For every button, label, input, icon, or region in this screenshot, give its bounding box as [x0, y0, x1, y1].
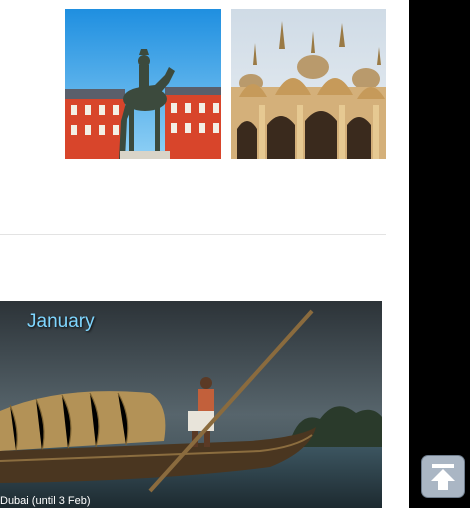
- back-to-top-button[interactable]: [421, 455, 465, 498]
- month-label: January: [27, 311, 95, 332]
- section-divider: [0, 234, 386, 235]
- arrow-up-to-bar-icon: [431, 464, 455, 490]
- featured-month-banner[interactable]: January Dubai (until 3 Feb): [0, 301, 382, 508]
- gallery-thumb-venice[interactable]: [231, 9, 386, 159]
- gallery-thumb-madrid[interactable]: [65, 9, 221, 159]
- destination-caption: Dubai (until 3 Feb): [0, 495, 91, 507]
- venice-image: [231, 9, 386, 159]
- side-panel: [409, 0, 470, 508]
- madrid-image: [65, 9, 221, 159]
